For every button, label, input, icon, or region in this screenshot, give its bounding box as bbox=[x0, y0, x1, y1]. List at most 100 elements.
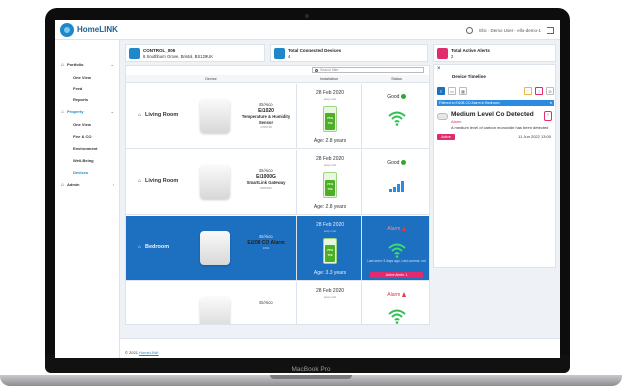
header-installation[interactable]: Installation bbox=[296, 75, 362, 83]
device-model: Ei1000G bbox=[256, 173, 276, 180]
battery-voltage: 70k bbox=[327, 253, 333, 257]
sidebar-item-reports[interactable]: Reports bbox=[55, 95, 120, 104]
property-title: CONTROL_005 bbox=[143, 48, 176, 53]
property-address: 8 Southburn Grove, Bristol, BS129UK bbox=[143, 54, 214, 59]
status-text: Good bbox=[387, 94, 400, 100]
shield-icon[interactable]: ! bbox=[544, 111, 552, 121]
alerts-count: 2 bbox=[451, 54, 454, 59]
room-label: ⌂ Living Room bbox=[138, 178, 178, 184]
device-model: Ei208 CO Alarm bbox=[247, 239, 285, 246]
device-serial: 8025642 bbox=[260, 185, 272, 190]
sidebar: ⌂ Portfolio ⌄ One View Feed Reports ⌂ Property ⌄… bbox=[55, 40, 120, 358]
status-text: Alarm bbox=[387, 226, 401, 232]
favourite-icon[interactable]: ♡ bbox=[524, 87, 532, 95]
battery-level: 75% bbox=[326, 116, 333, 120]
table-row[interactable]: ⌂ Living Room EI/Aico Ei1020 Temperature & H… bbox=[126, 84, 429, 149]
status-cell: Good bbox=[362, 150, 429, 215]
logout-icon[interactable] bbox=[547, 26, 554, 34]
alert-filter-icon[interactable]: ! bbox=[535, 87, 543, 95]
clear-filter-icon[interactable]: × bbox=[550, 100, 552, 106]
co-alarm-icon bbox=[437, 113, 448, 120]
battery-level: 74% bbox=[326, 182, 333, 186]
battery-level: 75% bbox=[326, 248, 333, 252]
device-cell: EI/Aico bbox=[126, 282, 296, 324]
card-view-button[interactable]: ▭ bbox=[448, 87, 456, 95]
wifi-signal-icon bbox=[388, 111, 406, 126]
header-device[interactable]: Device bbox=[126, 75, 296, 83]
footer: © 2021 HomeLINK bbox=[120, 338, 560, 358]
installer: aoip.vmtt bbox=[323, 295, 337, 299]
property-card: CONTROL_005 8 Southburn Grove, Bristol, … bbox=[125, 44, 265, 62]
alert-title[interactable]: Medium Level Co Detected bbox=[451, 111, 534, 118]
header-status[interactable]: Status bbox=[362, 75, 429, 83]
signal-bars-icon bbox=[389, 181, 404, 192]
app-logo[interactable]: HomeLINK bbox=[60, 23, 120, 37]
search-icon[interactable] bbox=[466, 26, 474, 34]
search-placeholder: Search filter bbox=[320, 68, 339, 72]
status-cell: Alarm bbox=[362, 282, 429, 324]
device-model: Ei1020 bbox=[258, 107, 274, 114]
panel-toolbar: ≡ ▭ ▦ ♡ ! ⊘ bbox=[437, 87, 554, 96]
installer: aoip.vmtt bbox=[323, 229, 337, 233]
sidebar-item-well-being[interactable]: Well-Being bbox=[55, 156, 120, 165]
top-right: Elsi · Demo User - ello-demo-1 bbox=[466, 25, 554, 35]
check-icon bbox=[400, 160, 406, 165]
battery-voltage: 73k bbox=[327, 121, 333, 125]
device-name: EI/Aico bbox=[236, 300, 296, 306]
close-icon[interactable]: × bbox=[437, 66, 441, 72]
device-serial: 1700716 bbox=[260, 125, 272, 129]
sidebar-item-one-view[interactable]: One View bbox=[55, 120, 120, 129]
laptop-notch bbox=[270, 375, 352, 379]
user-label[interactable]: Elsi · Demo User - ello-demo-1 bbox=[479, 28, 541, 33]
sidebar-item-property[interactable]: ⌂ Property ⌄ bbox=[55, 107, 120, 116]
search-input[interactable]: Search filter bbox=[312, 67, 424, 73]
device-name: EI/Aico Ei1000G SmartLink Gateway 8025642 bbox=[236, 168, 296, 191]
sidebar-item-environment[interactable]: Environment bbox=[55, 144, 120, 153]
room-name: Living Room bbox=[145, 112, 179, 118]
filter-text: Filtered to Ei208 CO Alarm in Bedroom bbox=[439, 101, 500, 105]
device-age: Age: 2.8 years bbox=[313, 204, 347, 210]
room-label: ⌂ Living Room bbox=[138, 112, 178, 118]
filter-bar: Filtered to Ei208 CO Alarm in Bedroom × bbox=[437, 100, 554, 106]
table-row[interactable]: ⌂ Living Room EI/Aico Ei1000G SmartLink Gate… bbox=[126, 150, 429, 215]
battery-voltage: 70k bbox=[327, 187, 333, 191]
laptop-brand: MacBook Pro bbox=[291, 366, 331, 373]
room-label: ⌂ Bedroom bbox=[138, 244, 169, 250]
status-label: Good bbox=[362, 160, 429, 166]
list-view-button[interactable]: ≡ bbox=[437, 87, 445, 95]
table-row[interactable]: ⌂ Bedroom EI/Aico Ei208 CO Alarm 1602 28 Feb … bbox=[126, 216, 429, 281]
device-icon bbox=[274, 48, 285, 59]
device-cell: ⌂ Living Room EI/Aico Ei1000G SmartLink Gate… bbox=[126, 150, 296, 215]
sidebar-item-devices[interactable]: Devices bbox=[55, 168, 120, 177]
sidebar-item-portfolio[interactable]: ⌂ Portfolio ⌄ bbox=[55, 60, 120, 69]
sidebar-item-label: One View bbox=[73, 122, 91, 127]
sidebar-item-fire-co[interactable]: Fire & CO bbox=[55, 132, 120, 141]
devices-table: Search filter Device Installation Status… bbox=[125, 65, 430, 325]
camera bbox=[305, 14, 309, 18]
room-icon: ⌂ bbox=[138, 244, 142, 250]
sidebar-item-feed[interactable]: Feed bbox=[55, 84, 120, 93]
warning-icon bbox=[401, 292, 406, 297]
status-text: Alarm bbox=[387, 292, 401, 298]
sidebar-item-admin[interactable]: ⌂ Admin › bbox=[55, 180, 120, 189]
table-row[interactable]: EI/Aico 28 Feb 2020 aoip.vmtt Alarm bbox=[126, 282, 429, 324]
active-alerts-badge[interactable]: Active Alerts: 1 bbox=[370, 272, 423, 278]
panel-title: Device Timeline bbox=[452, 74, 486, 79]
sidebar-item-label: Property bbox=[67, 109, 84, 114]
status-text: Good bbox=[387, 160, 400, 166]
device-serial: 1602 bbox=[262, 246, 270, 250]
table-search-row: Search filter bbox=[126, 66, 429, 74]
footer-link[interactable]: HomeLINK bbox=[139, 350, 159, 355]
grid-view-button[interactable]: ▦ bbox=[459, 87, 467, 95]
chevron-icon: ⌄ bbox=[110, 62, 114, 67]
device-age: Age: 2.8 years bbox=[313, 138, 347, 144]
sidebar-item-label: Environment bbox=[73, 146, 98, 151]
block-icon[interactable]: ⊘ bbox=[546, 87, 554, 95]
status-message: Last seen: 5 days ago, Last comms: not bbox=[367, 259, 426, 263]
install-date: 28 Feb 2020 bbox=[315, 156, 345, 162]
copyright: © 2021 bbox=[125, 350, 138, 355]
alert-description: A medium level of carbon monoxide has be… bbox=[451, 125, 549, 130]
sidebar-item-label: Feed bbox=[73, 86, 83, 91]
devices-count: 4 bbox=[288, 54, 291, 59]
sidebar-item-one-view[interactable]: One View bbox=[55, 73, 120, 82]
